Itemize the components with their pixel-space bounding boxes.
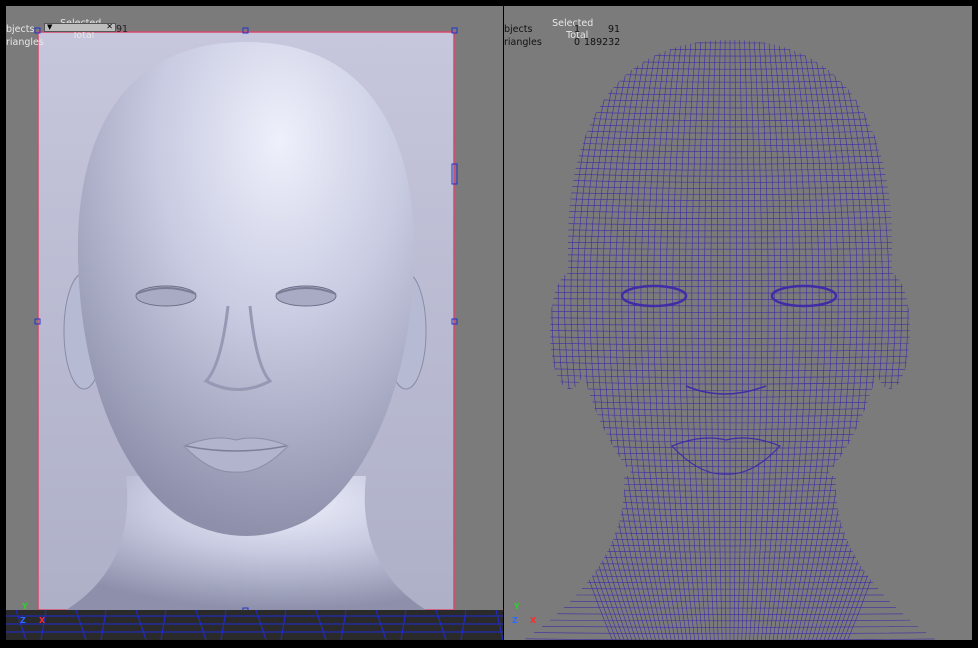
rendered-head-image [6, 27, 503, 640]
hud-objects-total: 91 [116, 24, 129, 35]
axis-y-label: Y [514, 602, 520, 611]
wireframe-viewport[interactable]: Selected Total bjects 1 91 riangles 0 18… [504, 6, 972, 640]
close-icon[interactable]: ✕ [106, 22, 113, 31]
hud-objects-total: 91 [608, 24, 621, 35]
ground-mesh [6, 609, 503, 640]
hud-row-objects-label: bjects [6, 24, 35, 35]
hud-col-selected: Selected [552, 18, 594, 29]
hud-triangles-selected: 0 [574, 37, 581, 48]
axis-x-label: X [39, 616, 46, 625]
viewport-mini-toolbar[interactable]: ▼ ✕ [44, 22, 116, 32]
hud-objects-selected: 1 [574, 24, 581, 35]
dropdown-arrow-icon[interactable]: ▼ [47, 23, 52, 31]
axis-z-label: Z [512, 616, 518, 625]
hud-row-triangles-label: riangles [6, 37, 44, 48]
hud-row-triangles-label: riangles [504, 37, 542, 48]
right-eye-mesh [770, 284, 838, 308]
left-eye-mesh [620, 284, 688, 308]
render-viewport[interactable]: Selected Total bjects 91 riangles ▼ ✕ Y … [6, 6, 503, 640]
hud-triangles-total: 189232 [584, 37, 621, 48]
wireframe-head-mesh [524, 40, 936, 640]
axis-x-label: X [530, 616, 537, 625]
hud-row-objects-label: bjects [504, 24, 533, 35]
axis-y-label: Y [22, 602, 28, 611]
axis-z-label: Z [20, 616, 26, 625]
